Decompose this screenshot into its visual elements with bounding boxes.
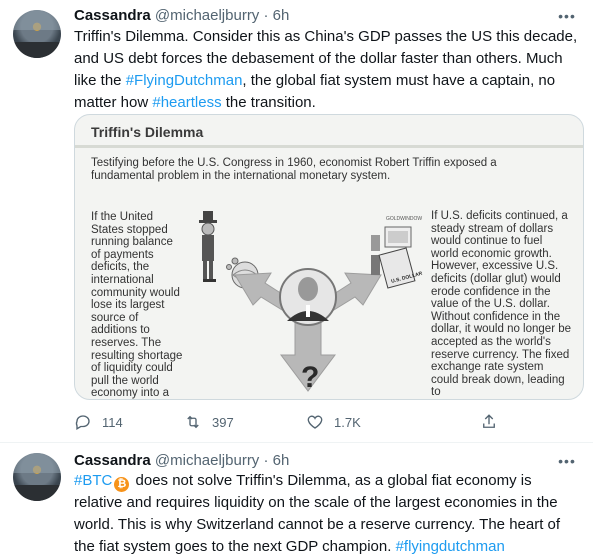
image-right-text: If U.S. deficits continued, a steady str… <box>431 210 572 399</box>
tweet-text: Triffin's Dilemma. Consider this as Chin… <box>74 28 578 111</box>
tweet-image[interactable]: Triffin's Dilemma Testifying before the … <box>74 114 584 400</box>
author-handle[interactable]: @michaeljburry <box>155 7 259 24</box>
like-count: 1.7K <box>334 414 361 430</box>
image-intro-text: Testifying before the U.S. Congress in 1… <box>91 157 497 182</box>
avatar[interactable] <box>13 453 61 501</box>
tweet-text: #BTC ₿ does not solve Triffin's Dilemma, … <box>74 472 561 555</box>
dilemma-diagram: ? U.S. DOLLAR <box>199 211 423 394</box>
action-bar: 114 397 1.7K <box>74 410 514 434</box>
reply-count: 114 <box>102 414 123 430</box>
hashtag-link[interactable]: #FlyingDutchman <box>126 72 243 89</box>
image-left-text: If the United States stopped running bal… <box>91 211 183 400</box>
retweet-button[interactable]: 397 <box>184 410 234 434</box>
like-button[interactable]: 1.7K <box>306 410 361 434</box>
retweet-count: 397 <box>212 414 234 430</box>
share-button[interactable] <box>480 410 508 434</box>
bitcoin-icon: ₿ <box>114 477 130 492</box>
separator: · <box>263 452 269 469</box>
triffin-portrait <box>279 268 337 326</box>
tweet-header: Cassandra @michaeljburry · 6h <box>74 451 289 471</box>
timestamp[interactable]: 6h <box>273 452 290 469</box>
retweet-icon <box>187 415 199 429</box>
tweet-header: Cassandra @michaeljburry · 6h <box>74 6 289 26</box>
reply-icon <box>75 415 90 430</box>
reply-button[interactable]: 114 <box>74 410 123 434</box>
timestamp[interactable]: 6h <box>273 7 290 24</box>
author-name[interactable]: Cassandra <box>74 7 151 24</box>
share-icon <box>483 414 495 428</box>
hashtag-link[interactable]: #BTC <box>74 472 112 489</box>
like-icon <box>307 415 323 429</box>
image-title: Triffin's Dilemma <box>91 124 204 140</box>
more-icon[interactable]: ••• <box>557 8 577 28</box>
author-name[interactable]: Cassandra <box>74 452 151 469</box>
author-handle[interactable]: @michaeljburry <box>155 452 259 469</box>
separator: · <box>263 7 269 24</box>
avatar[interactable] <box>13 10 61 58</box>
hashtag-link[interactable]: #flyingdutchman <box>396 538 505 555</box>
question-mark: ? <box>301 361 319 394</box>
uncle-sam-figure <box>199 211 217 282</box>
hashtag-link[interactable]: #heartless <box>152 94 221 111</box>
